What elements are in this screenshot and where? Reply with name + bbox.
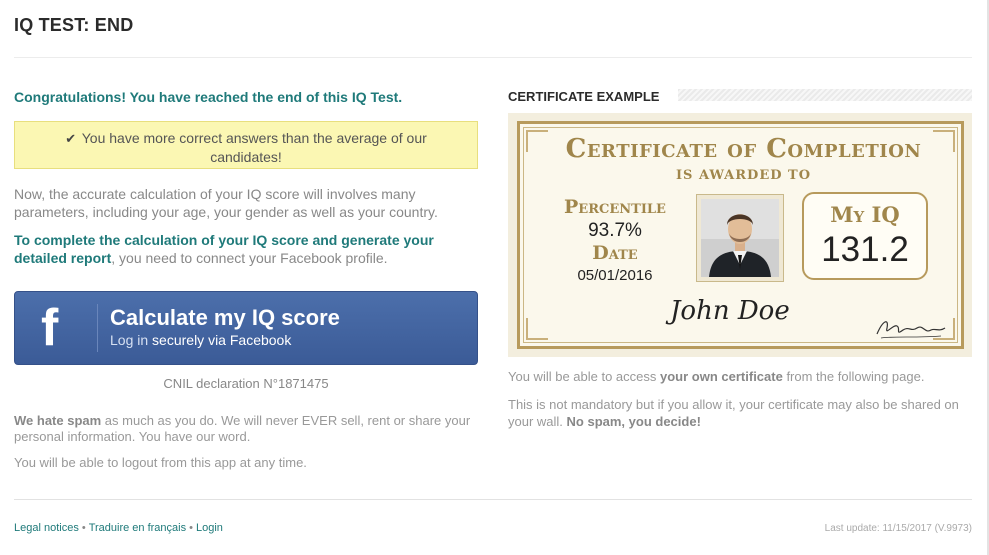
certificate-name: John Doe xyxy=(670,296,790,326)
last-update: Last update: 11/15/2017 (V.9973) xyxy=(824,523,972,534)
spam-notice: We hate spam as much as you do. We will … xyxy=(14,413,484,445)
checkmark-icon: ✔ xyxy=(65,131,77,146)
iq-value: 131.2 xyxy=(821,230,909,269)
certificate-access-info: You will be able to access your own cert… xyxy=(508,369,972,384)
certificate-example: Certificate of Completion IS AWARDED TO … xyxy=(508,113,972,357)
percentile-label: Percentile xyxy=(564,196,666,218)
facebook-logo-area: f xyxy=(15,292,91,364)
calculation-info: Now, the accurate calculation of your IQ… xyxy=(14,186,438,220)
login-link[interactable]: Login xyxy=(196,522,223,534)
certificate-awarded: IS AWARDED TO xyxy=(675,168,812,183)
french-translation-link[interactable]: Traduire en français xyxy=(89,522,186,534)
spam-notice-strong: We hate spam xyxy=(14,413,102,428)
cnil-declaration: CNIL declaration N°1871475 xyxy=(163,376,329,391)
connect-info: To complete the calculation of your IQ s… xyxy=(14,231,484,267)
certificate-border: Certificate of Completion IS AWARDED TO … xyxy=(517,121,964,349)
result-alert: ✔ You have more correct answers than the… xyxy=(14,121,478,169)
person-photo-icon xyxy=(701,199,779,277)
avatar-frame xyxy=(696,194,784,282)
footer-separator: • xyxy=(81,522,86,534)
certificate-share-info: This is not mandatory but if you allow i… xyxy=(508,396,972,430)
congrats-heading: Congratulations! You have reached the en… xyxy=(14,89,403,105)
footer-separator: • xyxy=(189,522,193,534)
header-divider xyxy=(14,57,972,58)
corner-ornament xyxy=(526,318,548,340)
certificate-heading-row: CERTIFICATE EXAMPLE xyxy=(508,89,972,104)
facebook-button-title: Calculate my IQ score xyxy=(110,305,340,330)
iq-label: My IQ xyxy=(830,202,900,227)
alert-text: You have more correct answers than the a… xyxy=(81,130,427,165)
heading-stripes xyxy=(678,89,972,101)
footer-links: Legal notices • Traduire en français • Login xyxy=(14,522,223,534)
connect-info-rest: , you need to connect your Facebook prof… xyxy=(111,250,388,266)
certificate-access-strong: your own certificate xyxy=(660,369,783,384)
certificate-access-prefix: You will be able to access xyxy=(508,369,661,384)
facebook-button-subtitle: Log in securely via Facebook xyxy=(110,332,291,348)
facebook-icon: f xyxy=(41,299,59,357)
facebook-button-sub-prefix: Log in xyxy=(110,332,149,348)
facebook-button-sub-strong: securely via Facebook xyxy=(152,332,292,348)
certificate-share-strong: No spam, you decide! xyxy=(566,414,701,429)
logout-notice: You will be able to logout from this app… xyxy=(14,455,307,470)
certificate-heading: CERTIFICATE EXAMPLE xyxy=(508,89,670,104)
page-title: IQ TEST: END xyxy=(14,15,134,35)
iq-score-box: My IQ 131.2 xyxy=(802,192,928,280)
footer-divider xyxy=(14,499,972,500)
facebook-button-separator xyxy=(97,304,98,352)
percentile-value: 93.7% xyxy=(588,220,642,241)
legal-notices-link[interactable]: Legal notices xyxy=(14,522,79,534)
date-value: 05/01/2016 xyxy=(577,267,653,284)
signature-icon xyxy=(876,321,946,339)
certificate-title: Certificate of Completion xyxy=(565,134,922,164)
facebook-login-button[interactable]: f Calculate my IQ score Log in securely … xyxy=(14,291,478,365)
date-label: Date xyxy=(592,242,638,264)
avatar xyxy=(701,199,779,277)
certificate-access-rest: from the following page. xyxy=(782,369,925,384)
